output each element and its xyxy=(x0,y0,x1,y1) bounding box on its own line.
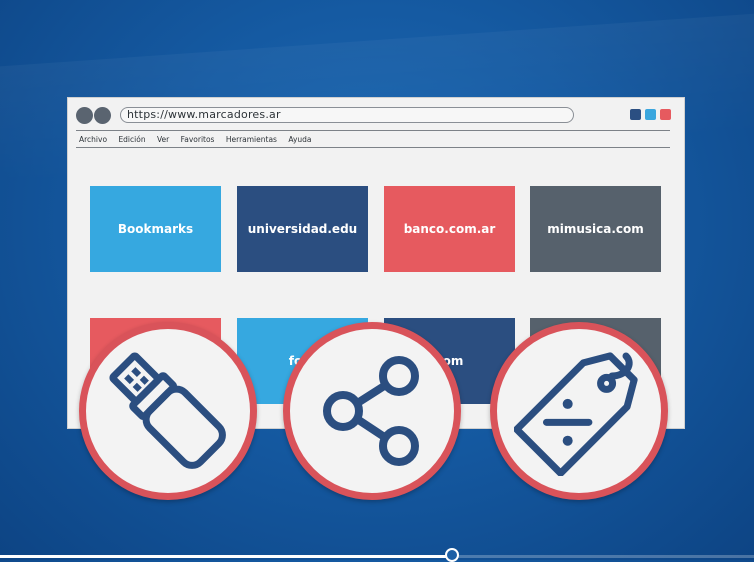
menu-bar: Archivo Edición Ver Favoritos Herramient… xyxy=(79,135,321,144)
maximize-button[interactable] xyxy=(645,109,656,120)
menu-item-herramientas[interactable]: Herramientas xyxy=(226,135,277,144)
window-dot-1[interactable] xyxy=(76,107,93,124)
usb-drive-badge xyxy=(79,322,257,500)
menu-item-favoritos[interactable]: Favoritos xyxy=(181,135,215,144)
video-progress-bar[interactable] xyxy=(0,548,754,562)
price-tag-icon xyxy=(514,352,638,476)
bookmark-tile[interactable]: mimusica.com xyxy=(530,186,661,272)
usb-drive-icon xyxy=(109,352,226,469)
close-button[interactable] xyxy=(660,109,671,120)
price-tag-badge xyxy=(490,322,668,500)
video-progress-fill xyxy=(0,555,453,558)
bookmark-tile[interactable]: Bookmarks xyxy=(90,186,221,272)
menu-item-ver[interactable]: Ver xyxy=(157,135,169,144)
menu-item-edicion[interactable]: Edición xyxy=(118,135,145,144)
menu-item-ayuda[interactable]: Ayuda xyxy=(288,135,311,144)
window-dot-2[interactable] xyxy=(94,107,111,124)
bookmark-tile[interactable]: universidad.edu xyxy=(237,186,368,272)
share-badge xyxy=(283,322,461,500)
minimize-button[interactable] xyxy=(630,109,641,120)
divider xyxy=(76,147,670,148)
address-bar[interactable]: https://www.marcadores.ar xyxy=(120,107,574,123)
divider xyxy=(76,130,670,131)
bookmark-tile[interactable]: banco.com.ar xyxy=(384,186,515,272)
browser-titlebar: https://www.marcadores.ar xyxy=(68,98,684,128)
share-icon xyxy=(323,356,419,466)
menu-item-archivo[interactable]: Archivo xyxy=(79,135,107,144)
